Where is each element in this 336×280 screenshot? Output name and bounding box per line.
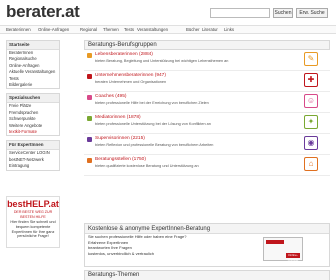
group-title[interactable]: Mediatorinnen (1878) xyxy=(95,114,141,121)
ad-subtitle: DER BESTE WEG ZUR BESTEN HILFE xyxy=(13,210,53,219)
group-bullet-icon xyxy=(87,95,92,100)
group-icon[interactable]: ☺ xyxy=(304,94,318,108)
group-title[interactable]: Lebensberaterinnen (2884) xyxy=(95,51,153,58)
main-content: Beratungs-Berufsgruppen Lebensberaterinn… xyxy=(84,40,330,176)
sidebar-item[interactable]: Eintragung xyxy=(7,163,59,169)
group-bullet-icon xyxy=(87,116,92,121)
group-description: bieten professionelle Unterstützung bei … xyxy=(95,122,211,126)
promo-image-bar xyxy=(266,240,284,244)
main-nav: Beraterinnen Online-Anfragen Regional Th… xyxy=(0,25,336,34)
panel-title: Beratungs-Berufsgruppen xyxy=(84,40,330,50)
group-description: bieten professionelle Hilfe bei der Erre… xyxy=(95,101,209,105)
sidebar: Startseite BeraterInnen Regionalsuche On… xyxy=(6,40,60,175)
nav-item[interactable]: Themen xyxy=(103,27,119,33)
nav-item[interactable]: Regional xyxy=(80,27,97,33)
group-title[interactable]: Supervisorinnen (2215) xyxy=(95,135,145,142)
nav-item[interactable]: Veranstaltungen xyxy=(137,27,168,33)
group-title[interactable]: Unternehmensberaterinnen (947) xyxy=(95,72,166,79)
sidebar-heading[interactable]: Startseite xyxy=(7,41,59,50)
header: berater.at Suchen Erw. Suche xyxy=(0,0,336,26)
sidebar-heading: Für ExpertInnen xyxy=(7,141,59,151)
online-request-button[interactable]: Online-Anfrage xyxy=(286,253,300,262)
nav-item[interactable]: Tests xyxy=(124,27,134,33)
nav-item[interactable]: Online-Anfragen xyxy=(38,27,69,33)
sidebar-item[interactable]: Bildergalerie xyxy=(7,82,59,88)
group-title[interactable]: Coaches (495) xyxy=(95,93,126,100)
site-logo[interactable]: berater.at xyxy=(6,2,80,22)
sidebar-special: Spezialsuchen Freie Plätze Fremdsprachen… xyxy=(6,93,60,137)
group-icon[interactable]: ◉ xyxy=(304,136,318,150)
group-row[interactable]: Coaches (495) bieten professionelle Hilfe… xyxy=(84,92,330,113)
ad-text: Hier finden Sie schnell und bequem kompe… xyxy=(10,220,56,239)
nav-item[interactable]: Beraterinnen xyxy=(6,27,31,33)
besthelp-ad[interactable]: bestHELP.at DER BESTE WEG ZUR BESTEN HIL… xyxy=(6,196,60,248)
ad-logo: bestHELP.at xyxy=(7,199,59,209)
group-description: bieten Beratung, Begleitung und Unterstü… xyxy=(95,59,229,63)
nav-item[interactable]: Literatur xyxy=(202,27,218,33)
group-icon[interactable]: ✦ xyxy=(304,115,318,129)
group-bullet-icon xyxy=(87,74,92,79)
group-icon[interactable]: ✚ xyxy=(304,73,318,87)
group-row[interactable]: Lebensberaterinnen (2884) bieten Beratung… xyxy=(84,50,330,71)
group-description: bieten Reflexion und professionelle Bera… xyxy=(95,143,214,147)
nav-item[interactable]: Bücher xyxy=(186,27,200,33)
group-title[interactable]: Beratungsstellen (1750) xyxy=(95,156,146,163)
promo-title: Kostenlose & anonyme ExpertInnen-Beratun… xyxy=(85,224,329,234)
group-icon[interactable]: ✎ xyxy=(304,52,318,66)
promo-image[interactable]: Online-Anfrage xyxy=(263,237,303,262)
group-bullet-icon xyxy=(87,158,92,163)
topics-title: Beratungs-Themen xyxy=(84,270,330,280)
group-row[interactable]: Supervisorinnen (2215) bieten Reflexion u… xyxy=(84,134,330,155)
group-row[interactable]: Beratungsstellen (1750) bieten qualifizie… xyxy=(84,155,330,176)
group-list: Lebensberaterinnen (2884) bieten Beratung… xyxy=(84,50,330,176)
sidebar-item[interactable]: Aktuelle Veranstaltungen xyxy=(7,69,59,75)
nav-item[interactable]: Links xyxy=(224,27,234,33)
sidebar-experts: Für ExpertInnen ServiceCenter LOGIN best… xyxy=(6,140,60,171)
page: berater.at Suchen Erw. Suche Beraterinne… xyxy=(0,0,336,280)
group-bullet-icon xyxy=(87,137,92,142)
search-input[interactable] xyxy=(210,8,270,18)
extended-search-button[interactable]: Erw. Suche xyxy=(296,8,328,18)
sidebar-heading: Spezialsuchen xyxy=(7,94,59,104)
sidebar-start: Startseite BeraterInnen Regionalsuche On… xyxy=(6,40,60,90)
search-button[interactable]: Suchen xyxy=(273,8,293,18)
group-bullet-icon xyxy=(87,53,92,58)
group-row[interactable]: Unternehmensberaterinnen (947) beraten Un… xyxy=(84,71,330,92)
group-icon[interactable]: ⌂ xyxy=(304,157,318,171)
group-row[interactable]: Mediatorinnen (1878) bieten professionell… xyxy=(84,113,330,134)
promo-box: Kostenlose & anonyme ExpertInnen-Beratun… xyxy=(84,223,330,267)
sidebar-item[interactable]: textkit-Formate xyxy=(7,129,59,135)
group-description: bieten qualifizierte kostenlose Beratung… xyxy=(95,164,199,168)
group-description: beraten Unternehmen und Organisationen xyxy=(95,80,167,84)
